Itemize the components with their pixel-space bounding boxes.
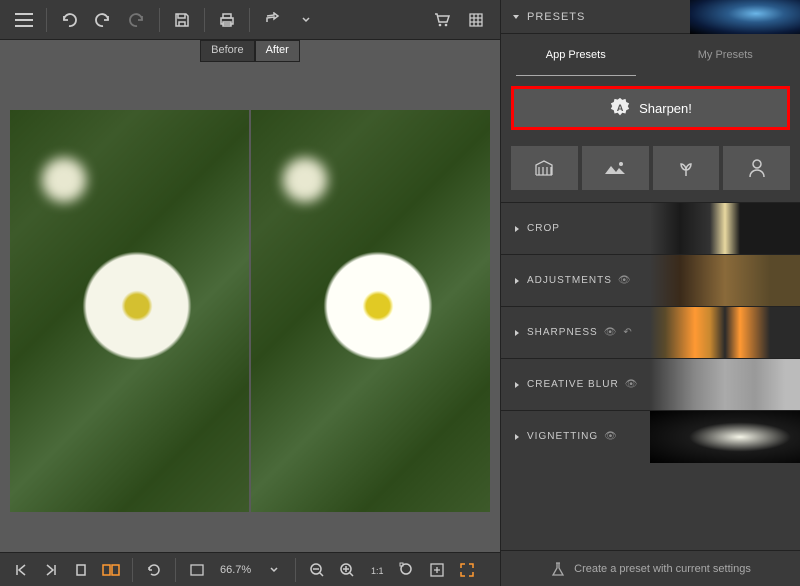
chevron-right-icon [513, 225, 521, 233]
auto-badge-icon: A [609, 97, 631, 119]
sidebar: PRESETS App Presets My Presets A Sharpen… [500, 0, 800, 586]
panel-sharpness[interactable]: SHARPNESS👁↶ [501, 306, 800, 358]
tab-app-presets[interactable]: App Presets [501, 34, 651, 76]
category-architecture[interactable] [511, 146, 578, 190]
panel-adjustments[interactable]: ADJUSTMENTS👁 [501, 254, 800, 306]
preset-tabs: App Presets My Presets [501, 34, 800, 76]
panel-thumbnail [650, 359, 800, 411]
grid-button[interactable] [460, 4, 492, 36]
zoom-dropdown-icon[interactable] [261, 557, 287, 583]
collapse-icon [511, 12, 521, 22]
single-view-button[interactable] [68, 557, 94, 583]
zoom-region-button[interactable] [394, 557, 420, 583]
top-toolbar [0, 0, 500, 40]
share-dropdown-icon[interactable] [290, 4, 322, 36]
chevron-right-icon [513, 329, 521, 337]
svg-text:1:1: 1:1 [371, 566, 384, 576]
after-image[interactable] [251, 110, 490, 512]
cart-button[interactable] [426, 4, 458, 36]
image-area [0, 62, 500, 552]
expand-button[interactable] [454, 557, 480, 583]
panel-vignetting[interactable]: VIGNETTING👁 [501, 410, 800, 462]
prev-image-button[interactable] [8, 557, 34, 583]
genie-lamp-image [690, 0, 800, 34]
redo2-button[interactable] [121, 4, 153, 36]
sharpen-button[interactable]: A Sharpen! [511, 86, 790, 130]
panel-thumbnail [650, 203, 800, 255]
eye-icon: 👁 [625, 379, 639, 390]
panel-creative-blur[interactable]: CREATIVE BLUR👁 [501, 358, 800, 410]
flask-icon [550, 561, 566, 577]
panel-thumbnail [650, 411, 800, 463]
eye-icon: 👁 [618, 275, 632, 286]
add-button[interactable] [424, 557, 450, 583]
chevron-right-icon [513, 381, 521, 389]
category-landscape[interactable] [582, 146, 649, 190]
fit-screen-icon[interactable] [184, 557, 210, 583]
zoom-value: 66.7% [214, 564, 257, 576]
presets-header[interactable]: PRESETS [501, 0, 800, 34]
before-label[interactable]: Before [200, 40, 254, 62]
undo-button[interactable] [53, 4, 85, 36]
bottom-toolbar: 66.7% 1:1 [0, 552, 500, 586]
eye-icon: 👁 [604, 431, 618, 442]
editor-pane: Before After 66.7% 1:1 [0, 0, 500, 586]
category-macro[interactable] [653, 146, 720, 190]
zoom-in-button[interactable] [334, 557, 360, 583]
eye-icon: 👁 [604, 327, 618, 338]
create-preset-button[interactable]: Create a preset with current settings [501, 550, 800, 586]
before-image[interactable] [10, 110, 249, 512]
category-portrait[interactable] [723, 146, 790, 190]
share-button[interactable] [256, 4, 288, 36]
actual-size-button[interactable]: 1:1 [364, 557, 390, 583]
split-view-button[interactable] [98, 557, 124, 583]
panel-list: CROP ADJUSTMENTS👁 SHARPNESS👁↶ CREATIVE B… [501, 202, 800, 550]
after-label[interactable]: After [255, 40, 300, 62]
reset-icon: ↶ [623, 327, 632, 338]
panel-thumbnail [650, 307, 800, 359]
next-image-button[interactable] [38, 557, 64, 583]
save-button[interactable] [166, 4, 198, 36]
zoom-out-button[interactable] [304, 557, 330, 583]
sharpen-label: Sharpen! [639, 101, 692, 116]
chevron-right-icon [513, 433, 521, 441]
tab-my-presets[interactable]: My Presets [651, 34, 800, 76]
presets-title: PRESETS [527, 11, 585, 23]
create-preset-label: Create a preset with current settings [574, 563, 751, 575]
category-row [511, 146, 790, 190]
compare-labels: Before After [0, 40, 500, 62]
rotate-button[interactable] [141, 557, 167, 583]
panel-thumbnail [650, 255, 800, 307]
chevron-right-icon [513, 277, 521, 285]
redo-button[interactable] [87, 4, 119, 36]
svg-text:A: A [617, 103, 624, 113]
panel-crop[interactable]: CROP [501, 202, 800, 254]
print-button[interactable] [211, 4, 243, 36]
menu-button[interactable] [8, 4, 40, 36]
